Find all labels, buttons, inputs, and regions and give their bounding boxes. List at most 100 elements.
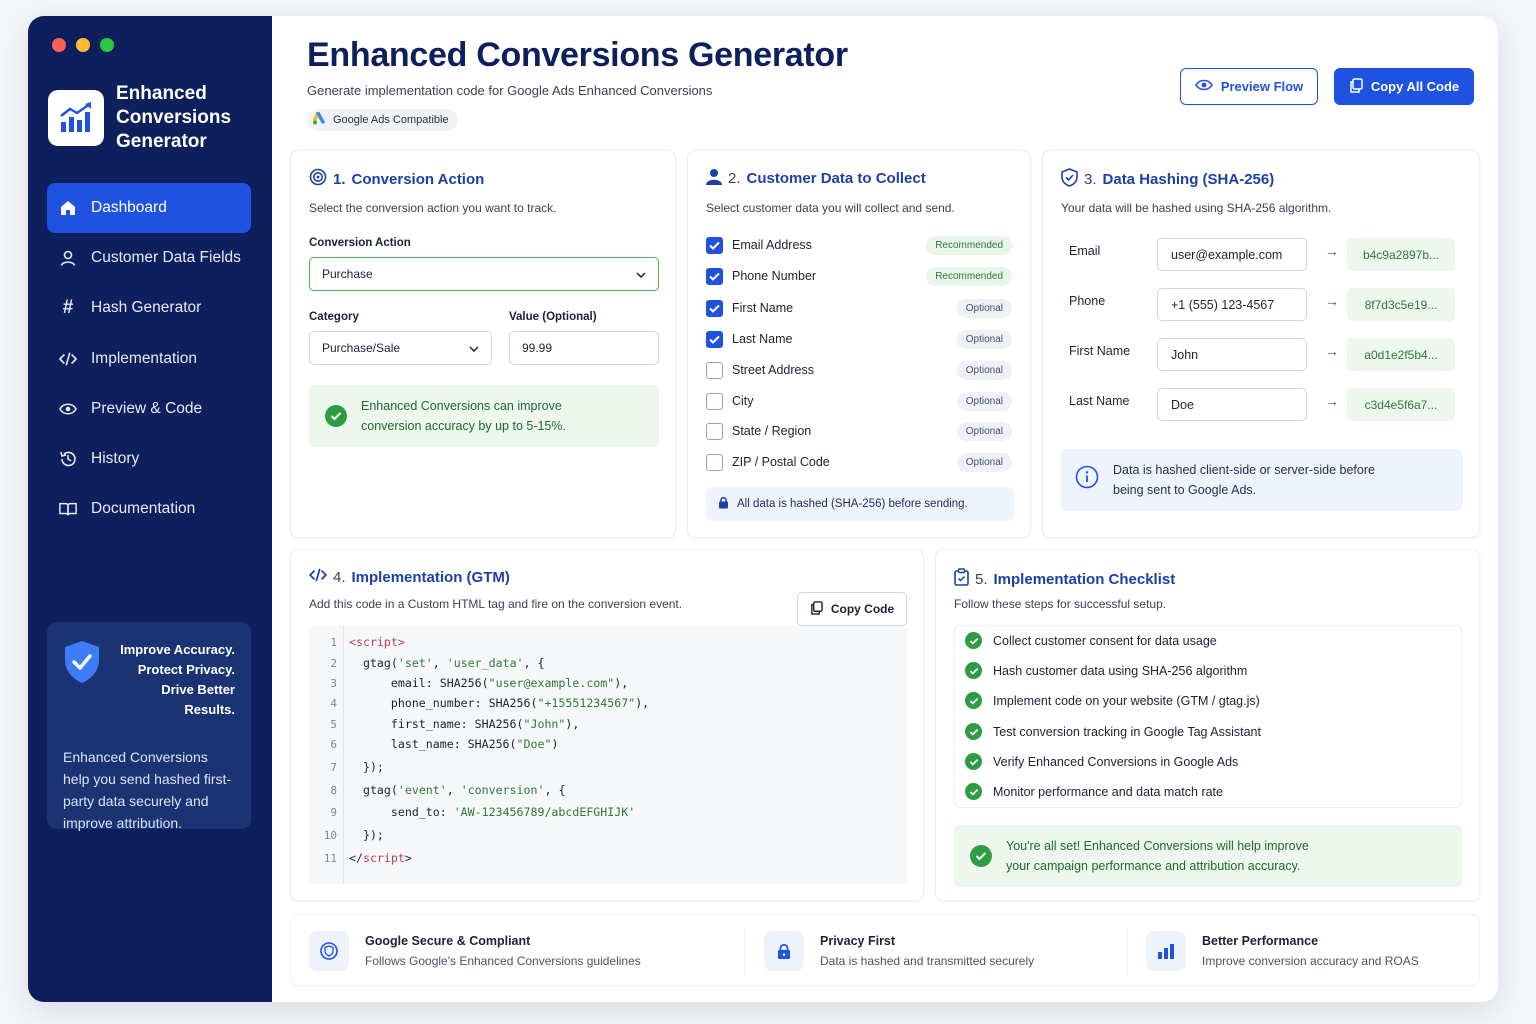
sidebar-nav: Dashboard Customer Data Fields # Hash Ge… xyxy=(47,183,251,534)
hash-row-label: First Name xyxy=(1069,344,1131,358)
optional-badge: Optional xyxy=(956,391,1012,411)
code-icon xyxy=(59,350,77,368)
email-field[interactable]: user@example.com xyxy=(1157,238,1307,271)
last-name-field[interactable]: Doe xyxy=(1157,388,1307,421)
field-first-name[interactable]: First Name Optional xyxy=(706,297,1012,319)
code-block[interactable]: 1 <script> 2 gtag('set', 'user_data', { 3… xyxy=(309,626,907,884)
conversion-action-select[interactable]: Purchase xyxy=(309,257,659,291)
checklist: Collect customer consent for data usage … xyxy=(954,625,1462,808)
clipboard-icon xyxy=(954,568,969,590)
checkbox-checked[interactable] xyxy=(706,236,723,254)
line-number: 4 xyxy=(330,696,337,710)
sidebar-item-preview-code[interactable]: Preview & Code xyxy=(47,384,251,434)
feature-performance: Better Performance Improve conversion ac… xyxy=(1146,915,1419,987)
optional-badge: Optional xyxy=(956,421,1012,441)
line-number: 3 xyxy=(330,676,337,690)
sidebar-item-history[interactable]: History xyxy=(47,434,251,484)
hash-row-label: Email xyxy=(1069,244,1101,258)
promo-heading-line: Drive Better Results. xyxy=(161,682,235,717)
list-item-text: Test conversion tracking in Google Tag A… xyxy=(993,724,1261,739)
field-phone-number[interactable]: Phone Number Recommended xyxy=(706,265,1012,287)
close-window-button[interactable] xyxy=(52,38,66,52)
check-circle-icon xyxy=(325,405,347,427)
checkbox-unchecked[interactable] xyxy=(706,361,723,379)
checkbox-checked[interactable] xyxy=(706,267,723,285)
sidebar-item-implementation[interactable]: Implementation xyxy=(47,334,251,384)
card-description: Select customer data you will collect an… xyxy=(706,201,955,215)
minimize-window-button[interactable] xyxy=(76,38,90,52)
field-city[interactable]: City Optional xyxy=(706,390,1012,412)
info-text: Data is hashed client-side or server-sid… xyxy=(1113,463,1375,477)
sidebar-item-documentation[interactable]: Documentation xyxy=(47,484,251,534)
arrow-right-icon: → xyxy=(1325,243,1339,259)
value-input[interactable]: 99.99 xyxy=(509,331,659,365)
bar-chart-icon xyxy=(1146,931,1186,971)
checkbox-checked[interactable] xyxy=(706,330,723,348)
sidebar-item-customer-data-fields[interactable]: Customer Data Fields xyxy=(47,233,251,283)
field-state-region[interactable]: State / Region Optional xyxy=(706,420,1012,442)
feature-title: Google Secure & Compliant xyxy=(365,934,531,948)
field-last-name[interactable]: Last Name Optional xyxy=(706,328,1012,350)
field-label: Last Name xyxy=(732,332,793,346)
sidebar-item-hash-generator[interactable]: # Hash Generator xyxy=(47,283,251,333)
card-number: 2. xyxy=(728,170,741,187)
card-title: 5. Implementation Checklist xyxy=(954,568,1175,590)
category-select[interactable]: Purchase/Sale xyxy=(309,331,492,365)
conversion-action-label: Conversion Action xyxy=(309,237,411,249)
card-title-text: Conversion Action xyxy=(351,170,485,188)
feature-footer: Google Secure & Compliant Follows Google… xyxy=(290,914,1480,986)
maximize-window-button[interactable] xyxy=(100,38,114,52)
line-number: 10 xyxy=(323,828,337,842)
hash-output: b4c9a2897b... xyxy=(1347,238,1455,271)
conversion-action-card: 1. Conversion Action Select the conversi… xyxy=(290,150,676,538)
checklist-card: 5. Implementation Checklist Follow these… xyxy=(935,549,1480,901)
hash-output: c3d4e5f6a7... xyxy=(1347,388,1455,421)
customer-data-card: 2. Customer Data to Collect Select custo… xyxy=(687,150,1031,538)
button-label: Copy All Code xyxy=(1370,79,1460,94)
code-line: phone_number: SHA256("+15551234567"), xyxy=(349,696,650,710)
history-icon xyxy=(59,450,77,468)
all-set-message: You're all set! Enhanced Conversions wil… xyxy=(954,825,1462,887)
preview-flow-button[interactable]: Preview Flow xyxy=(1180,68,1318,105)
field-street-address[interactable]: Street Address Optional xyxy=(706,359,1012,381)
checkbox-unchecked[interactable] xyxy=(706,422,723,440)
promo-heading-line: Improve Accuracy. xyxy=(120,642,235,657)
checkbox-unchecked[interactable] xyxy=(706,392,723,410)
code-line: email: SHA256("user@example.com"), xyxy=(349,676,629,690)
list-item-text: Hash customer data using SHA-256 algorit… xyxy=(993,663,1248,678)
optional-badge: Optional xyxy=(956,452,1012,472)
user-icon xyxy=(706,168,722,189)
line-number: 9 xyxy=(330,805,337,819)
card-title: 4. Implementation (GTM) xyxy=(308,568,510,586)
hash-icon: # xyxy=(62,297,74,319)
card-title-text: Customer Data to Collect xyxy=(746,170,926,187)
sidebar-item-dashboard[interactable]: Dashboard xyxy=(47,183,251,233)
code-line: }); xyxy=(349,828,384,842)
field-label: ZIP / Postal Code xyxy=(732,455,830,469)
copy-icon xyxy=(810,600,823,618)
card-title-text: Implementation (GTM) xyxy=(351,568,510,586)
sidebar: Enhanced Conversions Generator Dashboard… xyxy=(28,16,272,1002)
hash-row-label: Phone xyxy=(1069,294,1106,308)
field-label: City xyxy=(732,394,754,408)
eye-icon xyxy=(1194,79,1213,94)
checkbox-unchecked[interactable] xyxy=(706,453,723,471)
tip-text: Enhanced Conversions can improve xyxy=(361,399,562,413)
copy-all-code-button[interactable]: Copy All Code xyxy=(1334,68,1474,105)
button-label: Copy Code xyxy=(830,602,895,616)
card-number: 5. xyxy=(975,570,988,588)
copy-code-button[interactable]: Copy Code xyxy=(797,592,907,626)
first-name-field[interactable]: John xyxy=(1157,338,1307,371)
field-zip-postal-code[interactable]: ZIP / Postal Code Optional xyxy=(706,451,1012,473)
card-title-text: Data Hashing (SHA-256) xyxy=(1102,171,1275,188)
checkbox-checked[interactable] xyxy=(706,299,723,317)
tip-text: conversion accuracy by up to 5-15%. xyxy=(361,419,566,433)
field-email-address[interactable]: Email Address Recommended xyxy=(706,234,1012,256)
info-icon xyxy=(1075,465,1099,495)
list-item: Test conversion tracking in Google Tag A… xyxy=(965,723,1261,740)
compat-badge: Google Ads Compatible xyxy=(307,109,458,131)
optional-badge: Optional xyxy=(956,360,1012,380)
code-line: last_name: SHA256("Doe") xyxy=(349,737,559,751)
phone-field[interactable]: +1 (555) 123-4567 xyxy=(1157,288,1307,321)
main-content: Enhanced Conversions Generator Generate … xyxy=(272,16,1498,1002)
